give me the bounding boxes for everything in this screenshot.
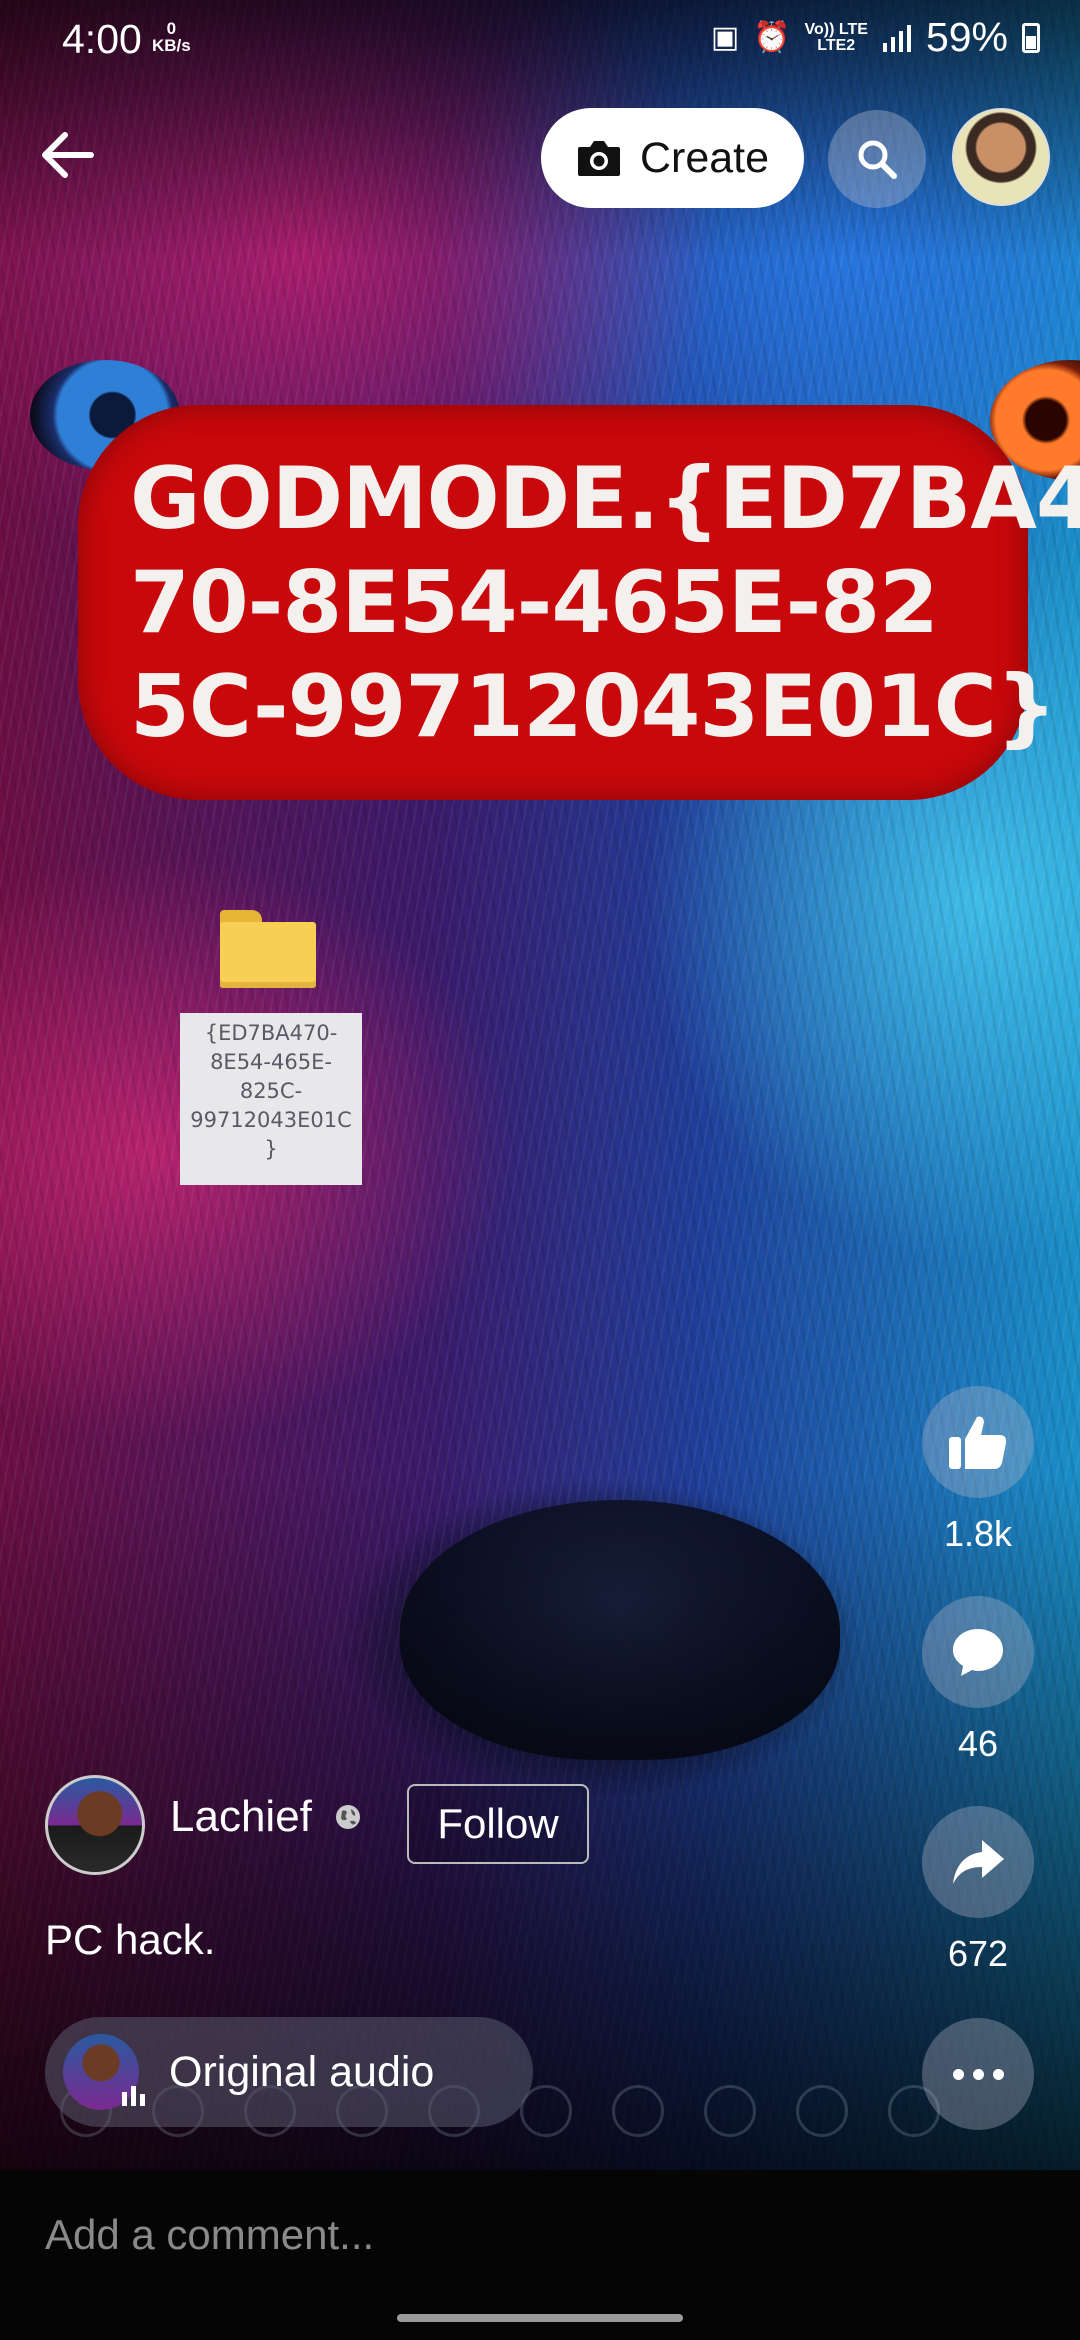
- author-avatar[interactable]: [45, 1775, 145, 1875]
- like-count: 1.8k: [943, 1513, 1013, 1554]
- audio-avatar: [63, 2034, 145, 2110]
- battery-icon: [1022, 22, 1040, 53]
- share-arrow-icon: [953, 1840, 1004, 1884]
- volte-text: Vo)) LTE: [804, 20, 868, 38]
- battery-percent: 59%: [925, 14, 1008, 60]
- more-dots-icon: [952, 2068, 964, 2080]
- lte2-text: LTE2: [817, 36, 856, 54]
- godmode-banner: GODMODE.{ED7BA4 70-8E54-465E-82 5C-99712…: [78, 405, 1080, 800]
- search-button[interactable]: [828, 110, 926, 208]
- create-button[interactable]: Create: [541, 108, 804, 208]
- comment-count: 46: [957, 1723, 999, 1764]
- create-label: Create: [639, 133, 770, 182]
- camera-icon: [577, 141, 620, 176]
- back-button[interactable]: [32, 120, 102, 190]
- volte-indicator: Vo)) LTE LTE2: [804, 20, 868, 54]
- like-button[interactable]: [922, 1386, 1034, 1498]
- thumbs-up-icon: [949, 1416, 1007, 1469]
- status-time: 4:00: [62, 16, 142, 62]
- author-name[interactable]: Lachief: [170, 1792, 312, 1842]
- post-caption: PC hack.: [45, 1916, 216, 1963]
- net-speed-unit: KB/s: [152, 36, 191, 55]
- follow-button[interactable]: Follow: [407, 1784, 589, 1864]
- comment-icon: [953, 1629, 1003, 1676]
- banner-line: 5C-99712043E01C}: [130, 656, 1057, 757]
- globe-icon: [336, 1805, 360, 1829]
- status-bar: 4:00 0 KB/s ▣ ⏰ Vo)) LTE LTE2 59%: [0, 0, 1080, 80]
- net-speed-value: 0: [166, 19, 177, 38]
- share-count: 672: [947, 1933, 1009, 1974]
- audio-bars-icon: [122, 2086, 145, 2106]
- status-icons: ▣ ⏰ Vo)) LTE LTE2 59%: [711, 14, 1040, 61]
- signal-icon: [882, 24, 911, 52]
- banner-line: GODMODE.{ED7BA4: [130, 448, 1080, 549]
- net-speed: 0 KB/s: [152, 20, 191, 54]
- alarm-icon: ⏰: [753, 21, 791, 54]
- search-icon: [858, 140, 897, 179]
- battery-saver-icon: ▣: [710, 21, 740, 54]
- comment-input[interactable]: [45, 2205, 1035, 2265]
- comment-button[interactable]: [922, 1596, 1034, 1708]
- folder-icon: [220, 910, 316, 988]
- share-button[interactable]: [922, 1806, 1034, 1918]
- original-audio-button[interactable]: Original audio: [45, 2017, 533, 2127]
- folder-name-label: {ED7BA470- 8E54-465E- 825C- 99712043E01C…: [180, 1013, 362, 1185]
- audio-label: Original audio: [169, 2047, 435, 2096]
- home-indicator[interactable]: [397, 2314, 683, 2322]
- profile-avatar[interactable]: [952, 108, 1050, 206]
- banner-line: 70-8E54-465E-82: [130, 552, 939, 653]
- back-arrow-icon: [42, 132, 94, 178]
- more-options-button[interactable]: [922, 2018, 1034, 2130]
